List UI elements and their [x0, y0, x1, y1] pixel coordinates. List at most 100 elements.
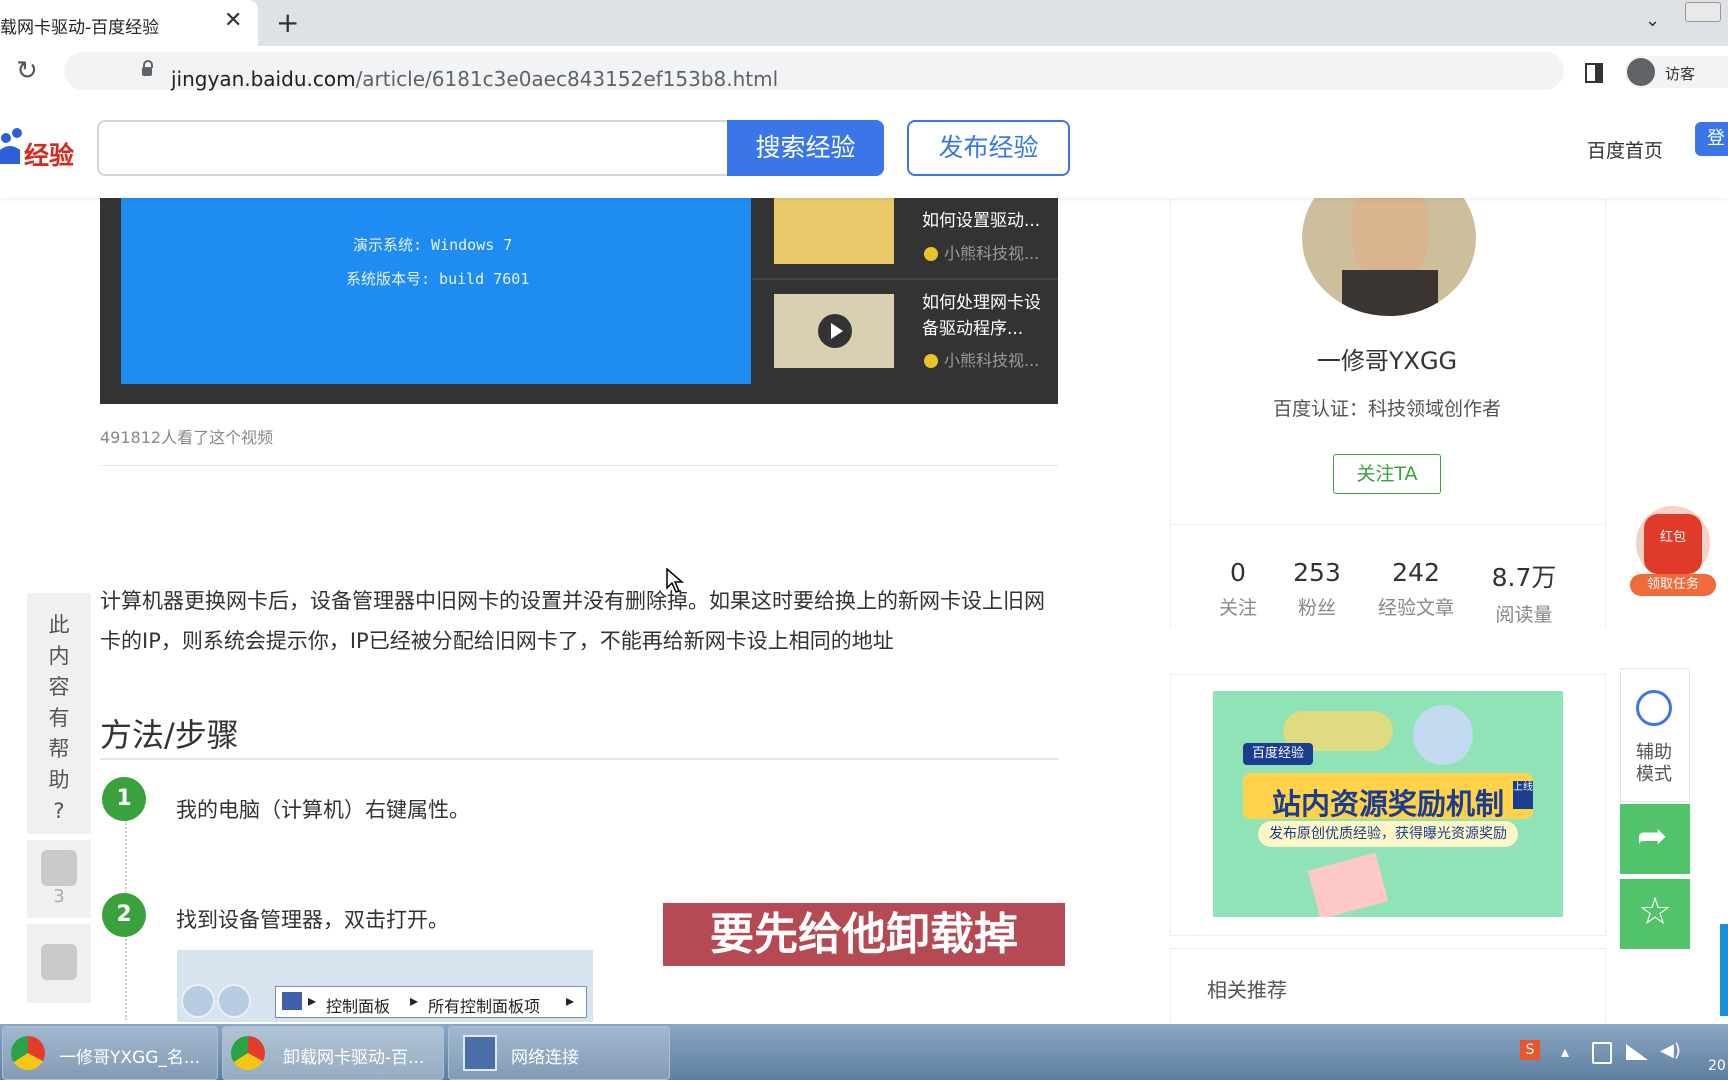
stat-reads[interactable]: 8.7万 阅读量 [1474, 558, 1574, 627]
stat-articles[interactable]: 242 经验文章 [1366, 558, 1466, 620]
breadcrumb-item: 所有控制面板项 [428, 997, 541, 1016]
step-number: 1 [102, 777, 146, 821]
step-screenshot[interactable]: ▸ 控制面板 ▸ 所有控制面板项 ▸ [177, 950, 593, 1022]
breadcrumb-arrow-icon: ▸ [308, 991, 317, 1010]
share-icon: ➦ [1637, 816, 1668, 857]
breadcrumb-item: 控制面板 [326, 997, 391, 1016]
tab-close-icon[interactable]: ✕ [224, 8, 242, 33]
ad-badge: 上线 [1513, 781, 1533, 809]
assist-mode-label: 辅助 模式 [1636, 742, 1672, 785]
back-icon [181, 984, 215, 1018]
taskbar-item-label: 一修哥YXGG_名... [59, 1048, 201, 1068]
like-count: 3 [53, 886, 65, 907]
clock-partial[interactable]: 20 [1708, 1058, 1726, 1074]
site-logo-text[interactable]: 经验 [24, 136, 74, 172]
breadcrumb-arrow-icon: ▸ [410, 991, 419, 1010]
rocket-icon [1413, 705, 1473, 765]
coin-icon [924, 354, 938, 368]
video-screen-line-2: 系统版本号: build 7601 [346, 270, 530, 288]
reload-icon[interactable]: ↻ [16, 56, 38, 86]
mouse-cursor-icon [666, 568, 684, 593]
tab-title: 载网卡驱动-百度经验 [0, 18, 160, 38]
star-icon: ☆ [1638, 889, 1673, 933]
browser-tab-active[interactable]: 载网卡驱动-百度经验 ✕ [0, 0, 258, 46]
assist-mode-icon [1636, 690, 1672, 726]
related-video-title[interactable]: 如何处理网卡设备驱动程序... [922, 290, 1052, 342]
video-screen[interactable]: 演示系统: Windows 7 系统版本号: build 7601 [121, 198, 751, 384]
divider [100, 465, 1058, 466]
thumbs-down-icon[interactable] [41, 944, 77, 980]
video-view-count: 491812人看了这个视频 [100, 428, 274, 447]
divider [1171, 524, 1603, 525]
red-packet-label: 红包 [1659, 530, 1686, 545]
author-shirt [1342, 270, 1438, 316]
tab-search-chevron-icon[interactable]: ⌄ [1645, 10, 1660, 31]
article-intro: 计算机器更换网卡后，设备管理器中旧网卡的设置并没有删除掉。如果这时要给换上的新网… [100, 589, 1045, 653]
publish-button[interactable]: 发布经验 [907, 120, 1070, 176]
login-button[interactable]: 登 [1695, 122, 1728, 156]
taskbar-item-network[interactable]: 网络连接 [448, 1026, 670, 1080]
coupon-decoration [1307, 852, 1389, 917]
divider [27, 918, 91, 924]
red-packet-task: 领取任务 [1630, 574, 1716, 596]
related-title: 相关推荐 [1207, 978, 1287, 1002]
play-icon[interactable] [818, 314, 852, 348]
coin-icon [924, 247, 938, 261]
baidu-paw-icon [0, 128, 22, 164]
related-video-thumbnail[interactable] [774, 294, 894, 368]
side-panel-icon[interactable] [1585, 63, 1603, 83]
tray-expand-icon[interactable]: ▴ [1561, 1042, 1569, 1061]
forward-icon [217, 984, 251, 1018]
favorite-button[interactable]: ☆ [1620, 879, 1690, 949]
lock-icon[interactable] [142, 60, 153, 76]
video-side-divider [752, 278, 1058, 280]
stat-fans[interactable]: 253 粉丝 [1267, 558, 1367, 620]
network-signal-icon[interactable] [1626, 1044, 1648, 1060]
related-video-thumbnail[interactable] [774, 198, 894, 264]
video-screen-line-1: 演示系统: Windows 7 [353, 236, 513, 254]
address-bar: ↻ jingyan.baidu.com/article/6181c3e0aec8… [0, 46, 1728, 99]
taskbar-item-label: 网络连接 [511, 1048, 579, 1068]
control-panel-icon [282, 992, 302, 1010]
breadcrumb-arrow-icon: ▸ [566, 991, 575, 1010]
network-connections-icon [463, 1035, 497, 1071]
search-button[interactable]: 搜索经验 [727, 120, 884, 176]
ad-tag: 百度经验 [1243, 743, 1313, 765]
search-input[interactable] [97, 120, 727, 176]
taskbar-item-chrome-1[interactable]: 一修哥YXGG_名... [2, 1026, 218, 1080]
step-number: 2 [102, 893, 146, 937]
related-video-title[interactable]: 如何设置驱动... [922, 208, 1052, 234]
edge-widget [1720, 924, 1728, 1016]
chrome-icon [231, 1036, 265, 1070]
chrome-icon [11, 1036, 45, 1070]
related-video-author: 小熊科技视... [924, 240, 1039, 264]
helpful-question: 此内容有帮助? [48, 613, 70, 823]
tab-strip [0, 0, 1728, 46]
video-subtitle-overlay: 要先给他卸载掉 [663, 903, 1065, 966]
taskbar-item-label: 卸载网卡驱动-百... [283, 1048, 425, 1068]
reward-banner[interactable]: 百度经验 站内资源奖励机制 上线 发布原创优质经验，获得曝光资源奖励 [1213, 691, 1563, 917]
step-text: 我的电脑（计算机）右键属性。 [176, 798, 470, 822]
step-text: 找到设备管理器，双击打开。 [176, 908, 449, 932]
window-restore-button[interactable] [1685, 2, 1721, 22]
share-button[interactable]: ➦ [1620, 804, 1690, 874]
omnibox[interactable]: jingyan.baidu.com/article/6181c3e0aec843… [64, 52, 1564, 91]
action-center-icon[interactable] [1592, 1042, 1612, 1064]
baidu-home-link[interactable]: 百度首页 [1587, 136, 1663, 163]
thumbs-up-icon[interactable] [41, 850, 77, 886]
follow-button[interactable]: 关注TA [1333, 454, 1441, 494]
profile-avatar-icon [1627, 58, 1655, 86]
url-text[interactable]: jingyan.baidu.com/article/6181c3e0aec843… [171, 67, 778, 91]
volume-icon[interactable]: ◀) [1660, 1040, 1681, 1061]
red-packet-widget[interactable]: 红包 领取任务 [1630, 506, 1716, 598]
new-tab-icon[interactable]: + [276, 6, 299, 39]
method-heading: 方法/步骤 [100, 716, 239, 754]
taskbar-item-chrome-2[interactable]: 卸载网卡驱动-百... [222, 1026, 444, 1080]
divider [100, 758, 1058, 760]
explorer-breadcrumb: ▸ 控制面板 ▸ 所有控制面板项 ▸ [275, 986, 587, 1018]
divider [27, 834, 91, 840]
ime-icon[interactable]: S [1520, 1040, 1540, 1060]
ad-title: 站内资源奖励机制 [1271, 787, 1504, 821]
ad-subtitle: 发布原创优质经验，获得曝光资源奖励 [1258, 821, 1518, 847]
author-name[interactable]: 一修哥YXGG [1170, 341, 1604, 376]
